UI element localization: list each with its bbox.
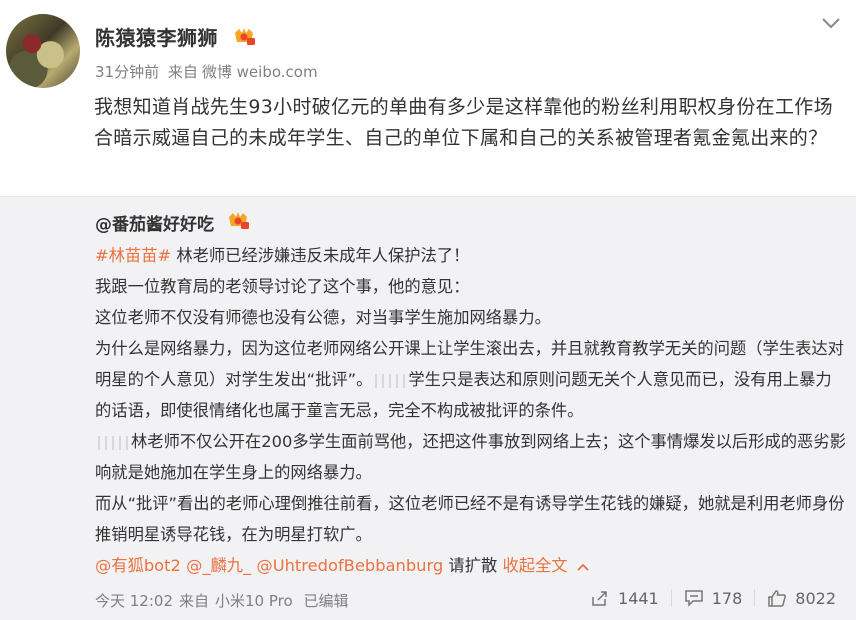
post-meta: 31分钟前 来自 微博 weibo.com	[95, 61, 322, 82]
vip-badge-icon[interactable]	[232, 26, 256, 46]
quoted-author[interactable]: @番茄酱好好吃	[95, 210, 214, 235]
emoji-placeholder-icon	[98, 435, 128, 450]
post-time[interactable]: 31分钟前	[95, 63, 159, 81]
post-source-prefix: 来自	[167, 63, 198, 81]
emoji-placeholder-icon	[375, 373, 406, 388]
quoted-actions: 1441 178 8022	[578, 588, 848, 608]
comment-button[interactable]: 178	[670, 588, 755, 608]
quoted-line: 而从“批评”看出的老师心理倒推往前看，这位老师已经不是有诱导学生花钱的嫌疑，她就…	[95, 494, 845, 544]
comment-count: 178	[711, 588, 743, 608]
chevron-down-icon[interactable]	[820, 16, 842, 30]
quoted-footer: 今天 12:02 来自 小米10 Pro 已编辑	[95, 590, 354, 611]
quoted-line: 这位老师不仅没有师德也没有公德，对当事学生施加网络暴力。	[95, 308, 551, 327]
thumbs-up-icon	[768, 590, 787, 607]
like-button[interactable]: 8022	[754, 588, 848, 608]
edited-label[interactable]: 已编辑	[303, 592, 348, 610]
quoted-line: 林老师不仅公开在200多学生面前骂他，还把这件事放到网络上去；这个事情爆发以后形…	[95, 432, 846, 482]
quoted-source-prefix: 来自	[179, 592, 210, 610]
repost-button[interactable]: 1441	[578, 588, 671, 608]
quoted-post: @番茄酱好好吃 #林苗苗# 林老师已经涉嫌违反未成年人保护法了！ 我跟一位教育局…	[0, 196, 856, 620]
vip-badge-icon[interactable]	[226, 210, 250, 230]
quoted-line: 我跟一位教育局的老领导讨论了这个事，他的意见：	[95, 277, 470, 296]
mention-link[interactable]: @_麟九_	[186, 556, 251, 575]
quoted-line: 林老师已经涉嫌违反未成年人保护法了！	[171, 246, 470, 265]
user-avatar[interactable]	[6, 14, 80, 88]
quoted-device: 小米10 Pro	[215, 592, 293, 610]
hashtag-link[interactable]: #林苗苗#	[95, 246, 171, 265]
comment-icon	[684, 590, 703, 607]
repost-count: 1441	[618, 588, 659, 608]
chevron-up-icon[interactable]	[576, 562, 590, 572]
post-text: 我想知道肖战先生93小时破亿元的单曲有多少是这样靠他的粉丝利用职权身份在工作场合…	[94, 96, 833, 149]
quoted-time[interactable]: 今天 12:02	[95, 592, 173, 610]
collapse-button[interactable]: 收起全文	[502, 556, 567, 575]
mention-link[interactable]: @有狐bot2	[95, 556, 181, 575]
like-count: 8022	[795, 588, 836, 608]
post-source[interactable]: 微博 weibo.com	[202, 63, 318, 81]
mention-link[interactable]: @UhtredofBebbanburg	[256, 556, 443, 575]
mentions-suffix: 请扩散	[443, 556, 503, 575]
quoted-body: #林苗苗# 林老师已经涉嫌违反未成年人保护法了！ 我跟一位教育局的老领导讨论了这…	[95, 240, 847, 581]
repost-icon	[592, 591, 607, 606]
post-username[interactable]: 陈猿猿李狮狮	[95, 22, 218, 51]
